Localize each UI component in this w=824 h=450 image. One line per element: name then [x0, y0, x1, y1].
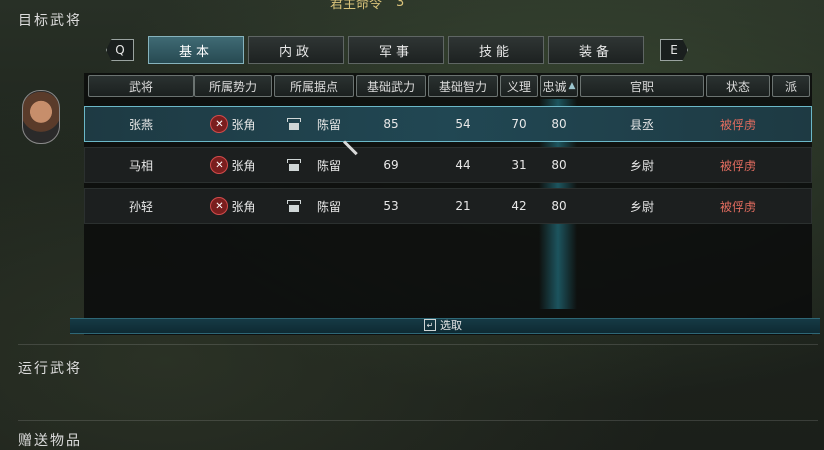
header-faction-group[interactable]: 派 [772, 75, 810, 97]
header-title[interactable]: 官职 [580, 75, 704, 97]
table-row[interactable]: 孙轻 ✕ 张角 陈留 53 21 42 80 乡尉 被俘虏 [84, 188, 812, 224]
section-divider [18, 420, 818, 421]
general-table: 武将 所属势力 所属据点 基础武力 基础智力 义理 忠诚 ▲ 官职 状态 派 张… [84, 73, 812, 335]
key-hint-q[interactable]: Q [106, 39, 134, 61]
table-row[interactable]: 张燕 ✕ 张角 陈留 85 54 70 80 县丞 被俘虏 [84, 106, 812, 142]
cell-faction-name: 张角 [231, 158, 256, 173]
general-portrait [22, 90, 60, 144]
select-action-label: 选取 [440, 319, 462, 332]
cell-faction: ✕ 张角 [195, 107, 271, 141]
cell-status: 被俘虏 [719, 117, 756, 132]
header-intel[interactable]: 基础智力 [428, 75, 498, 97]
cell-title: 县丞 [629, 117, 654, 132]
enter-key-icon: ↵ [424, 319, 436, 331]
cell-base-name: 陈留 [316, 199, 341, 214]
cell-base: 陈留 [275, 189, 353, 223]
tab-internal[interactable]: 内政 [248, 36, 344, 64]
sort-ascending-icon: ▲ [568, 81, 576, 91]
faction-crossed-swords-icon: ✕ [210, 156, 229, 174]
table-header: 武将 所属势力 所属据点 基础武力 基础智力 义理 忠诚 ▲ 官职 状态 派 [84, 73, 812, 97]
header-war[interactable]: 基础武力 [356, 75, 426, 97]
tab-skill[interactable]: 技能 [448, 36, 544, 64]
section-title-gift: 赠送物品 [18, 433, 82, 449]
cell-righteous: 31 [511, 158, 527, 172]
cell-name: 马相 [128, 158, 153, 173]
cell-war: 53 [383, 199, 399, 213]
cell-intel: 21 [455, 199, 471, 213]
tab-basic[interactable]: 基本 [148, 36, 244, 64]
cell-intel: 54 [455, 117, 471, 131]
cell-title: 乡尉 [629, 199, 654, 214]
section-divider [18, 344, 818, 345]
tab-bar: Q 基本 内政 军事 技能 装备 E [106, 36, 688, 64]
cell-loyalty: 80 [551, 199, 567, 213]
section-title-target: 目标武将 [18, 13, 82, 29]
cell-war: 69 [383, 158, 399, 172]
cell-base: 陈留 [275, 107, 353, 141]
castle-icon [286, 118, 301, 130]
cell-war: 85 [383, 117, 399, 131]
cell-base-name: 陈留 [316, 158, 341, 173]
cell-status: 被俘虏 [719, 158, 756, 173]
table-row[interactable]: 马相 ✕ 张角 陈留 69 44 31 80 乡尉 被俘虏 [84, 147, 812, 183]
cell-faction: ✕ 张角 [195, 189, 271, 223]
cell-righteous: 70 [511, 117, 527, 131]
cell-title: 乡尉 [629, 158, 654, 173]
ruler-command-value: 3 [396, 0, 405, 10]
faction-crossed-swords-icon: ✕ [210, 197, 229, 215]
cell-loyalty: 80 [551, 117, 567, 131]
section-title-escort: 运行武将 [18, 361, 82, 377]
cell-faction: ✕ 张角 [195, 148, 271, 182]
header-loyalty[interactable]: 忠诚 ▲ [540, 75, 578, 97]
header-faction[interactable]: 所属势力 [194, 75, 272, 97]
cell-name: 张燕 [128, 117, 153, 132]
ruler-command-banner: 君主命令 3 [330, 0, 500, 12]
cell-faction-name: 张角 [231, 199, 256, 214]
key-hint-e[interactable]: E [660, 39, 688, 61]
castle-icon [286, 200, 301, 212]
cell-status: 被俘虏 [719, 199, 756, 214]
tab-military[interactable]: 军事 [348, 36, 444, 64]
tab-equipment[interactable]: 装备 [548, 36, 644, 64]
castle-icon [286, 159, 301, 171]
cell-base-name: 陈留 [316, 117, 341, 132]
header-loyalty-label: 忠诚 [542, 79, 567, 94]
cell-loyalty: 80 [551, 158, 567, 172]
select-action[interactable]: ↵ 选取 [424, 318, 462, 332]
header-righteous[interactable]: 义理 [500, 75, 538, 97]
header-general[interactable]: 武将 [88, 75, 194, 97]
header-base[interactable]: 所属据点 [274, 75, 354, 97]
cell-base: 陈留 [275, 148, 353, 182]
header-status[interactable]: 状态 [706, 75, 770, 97]
cell-name: 孙轻 [128, 199, 153, 214]
ruler-command-label: 君主命令 [330, 0, 383, 12]
cell-righteous: 42 [511, 199, 527, 213]
faction-crossed-swords-icon: ✕ [210, 115, 229, 133]
cell-faction-name: 张角 [231, 117, 256, 132]
cell-intel: 44 [455, 158, 471, 172]
